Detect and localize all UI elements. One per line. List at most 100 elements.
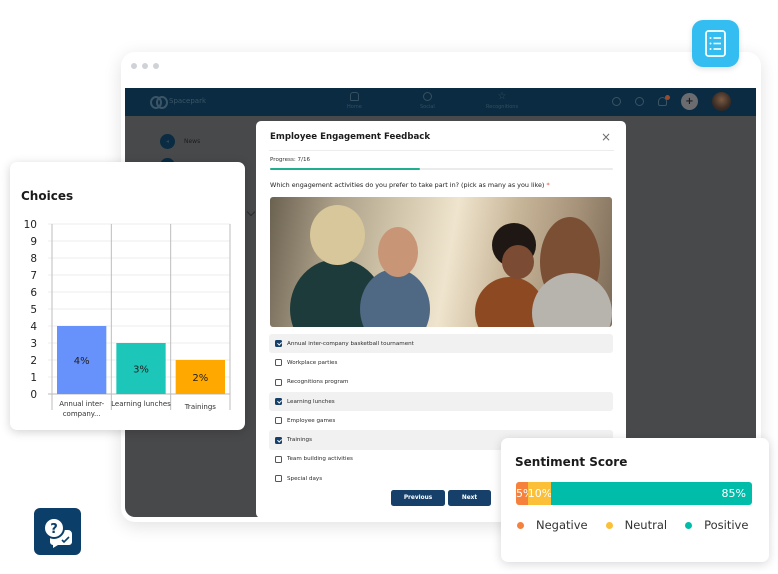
nav-recognitions[interactable]: ☆ Recognitions	[486, 91, 519, 111]
y-tick-label: 10	[24, 219, 37, 231]
question-chat-icon: ?	[43, 517, 72, 548]
x-tick-label: Trainings	[184, 403, 217, 411]
image-person	[310, 205, 365, 265]
sentiment-segment-positive: 85%	[551, 482, 752, 505]
survey-doc-badge	[692, 20, 739, 67]
option-label: Learning lunches	[287, 398, 335, 405]
data-label: 3%	[133, 365, 149, 376]
checkbox[interactable]	[275, 455, 282, 463]
option-workplace-parties[interactable]: Workplace parties	[269, 353, 613, 372]
option-label: Recognitions program	[287, 379, 349, 386]
progress-bar	[270, 168, 613, 170]
y-tick-label: 3	[30, 338, 37, 350]
checkbox[interactable]	[275, 417, 282, 425]
megaphone-icon: ◂	[160, 134, 175, 149]
nav-social-label: Social	[420, 104, 435, 110]
legend-label: Negative	[536, 518, 588, 532]
option-recognitions-program[interactable]: Recognitions program	[269, 373, 613, 392]
nav-home-label: Home	[347, 104, 362, 110]
brand-name: Spacepark	[169, 96, 206, 105]
x-tick-label: company...	[63, 410, 101, 418]
window-controls	[131, 63, 159, 69]
spacepark-logo-icon	[150, 96, 168, 109]
chevron-down-icon[interactable]	[246, 207, 256, 217]
sentiment-segment-neutral: 10%	[527, 482, 552, 505]
previous-button[interactable]: Previous	[391, 490, 445, 506]
data-label: 4%	[74, 356, 90, 367]
image-person	[378, 227, 418, 277]
sentiment-bar: 5% 10% 85%	[516, 482, 752, 505]
legend-item-negative: Negative	[517, 518, 588, 532]
chat-icon[interactable]	[612, 97, 621, 106]
y-tick-label: 9	[30, 236, 37, 248]
notification-dot	[665, 95, 670, 100]
sentiment-score-card: Sentiment Score 5% 10% 85% Negative Neutral…	[501, 438, 769, 562]
option-annual-tournament[interactable]: Annual inter-company basketball tourname…	[269, 334, 613, 354]
x-tick-label: Learning lunches	[111, 400, 171, 408]
choices-bar-chart: 0 1 2 3 4 5 6 7 8 9 10 4% Annual inter-company... 3% L…	[24, 219, 231, 418]
checkbox-checked[interactable]	[275, 436, 282, 444]
window-dot[interactable]	[153, 63, 159, 69]
question-label: Which engagement activities do you prefe…	[270, 181, 545, 189]
legend-dot-icon	[517, 521, 524, 529]
sidebar-item-news[interactable]: ◂ News	[160, 134, 200, 149]
option-employee-games[interactable]: Employee games	[269, 411, 613, 430]
checkbox[interactable]	[275, 359, 282, 367]
option-label: Employee games	[287, 417, 336, 424]
marketing-composite: Spacepark Home Social ☆ Recognitions + ◂…	[0, 0, 778, 574]
y-tick-label: 2	[30, 355, 37, 367]
legend-item-positive: Positive	[685, 518, 748, 532]
option-label: Workplace parties	[287, 359, 338, 366]
search-icon[interactable]	[635, 97, 644, 106]
legend-dot-icon	[605, 521, 613, 529]
progress-fill	[270, 168, 421, 170]
progress-label: Progress: 7/16	[270, 157, 311, 163]
sidebar-item-label: News	[184, 138, 201, 145]
legend-label: Neutral	[624, 518, 668, 532]
list-document-icon	[705, 30, 726, 57]
choices-chart-card: Choices 0 1 2 3 4 5 6 7 8 9 10 4% Annual inter-compa…	[10, 162, 245, 430]
y-tick-label: 6	[30, 287, 37, 299]
qa-badge: ?	[34, 508, 81, 555]
nav-recognitions-label: Recognitions	[486, 104, 519, 110]
checkbox-checked[interactable]	[275, 340, 282, 348]
create-button[interactable]: +	[681, 93, 698, 110]
divider	[269, 150, 614, 151]
avatar[interactable]	[712, 92, 731, 111]
y-tick-label: 1	[30, 372, 37, 384]
nav-social[interactable]: Social	[420, 92, 435, 110]
star-icon: ☆	[497, 91, 507, 102]
checkbox-checked[interactable]	[275, 398, 282, 406]
social-icon	[422, 92, 432, 101]
nav-home[interactable]: Home	[347, 92, 362, 110]
option-label: Special days	[287, 475, 323, 482]
image-person	[502, 245, 534, 279]
modal-title: Employee Engagement Feedback	[270, 132, 431, 142]
legend-dot-icon	[685, 521, 693, 529]
option-label: Annual inter-company basketball tourname…	[287, 340, 414, 347]
sentiment-segment-negative: 5%	[516, 482, 533, 505]
brand-logo[interactable]: Spacepark	[150, 96, 206, 109]
y-tick-label: 7	[30, 270, 37, 282]
window-dot[interactable]	[131, 63, 137, 69]
nav-actions: +	[612, 92, 731, 111]
option-learning-lunches[interactable]: Learning lunches	[269, 391, 613, 412]
bell-icon[interactable]	[658, 95, 670, 106]
legend-label: Positive	[704, 518, 749, 532]
required-mark: *	[546, 181, 550, 189]
next-button[interactable]: Next	[448, 490, 491, 506]
data-label: 2%	[192, 373, 208, 384]
y-tick-label: 4	[30, 321, 37, 333]
question-image	[270, 197, 612, 327]
window-dot[interactable]	[142, 63, 148, 69]
sentiment-title: Sentiment Score	[515, 455, 628, 469]
svg-text:?: ?	[50, 522, 58, 537]
option-label: Trainings	[287, 437, 312, 444]
y-tick-label: 8	[30, 253, 37, 265]
y-tick-label: 0	[30, 389, 37, 401]
home-icon	[349, 92, 359, 101]
close-icon[interactable]: ×	[601, 131, 611, 143]
y-tick-label: 5	[30, 304, 37, 316]
checkbox[interactable]	[275, 378, 282, 386]
checkbox[interactable]	[275, 475, 282, 483]
